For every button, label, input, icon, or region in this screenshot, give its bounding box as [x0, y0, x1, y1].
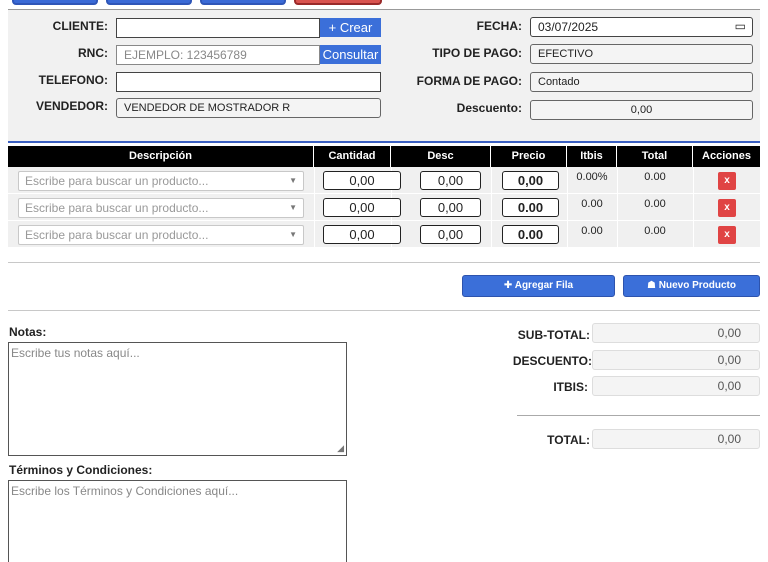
rnc-label: RNC:: [78, 46, 108, 60]
consultar-button[interactable]: Consultar: [320, 45, 381, 64]
items-table-header: Descripción Cantidad Desc Precio Itbis T…: [8, 146, 760, 167]
col-acciones: Acciones: [702, 150, 751, 162]
terms-label: Términos y Condiciones:: [9, 463, 153, 477]
vendedor-select[interactable]: VENDEDOR DE MOSTRADOR R: [116, 98, 381, 118]
total-value: 0.00: [644, 171, 666, 183]
product-placeholder: Escribe para buscar un producto...: [25, 228, 209, 242]
new-product-button[interactable]: ☗ Nuevo Producto: [623, 275, 760, 297]
desc-input[interactable]: 0,00: [420, 171, 481, 190]
col-cantidad: Cantidad: [314, 146, 391, 167]
product-placeholder: Escribe para buscar un producto...: [25, 174, 209, 188]
users-icon: ☗: [647, 280, 659, 291]
col-precio: Precio: [491, 146, 567, 167]
table-row: Escribe para buscar un producto... ▼ 0,00…: [8, 221, 760, 248]
notes-textarea[interactable]: Escribe tus notas aquí... ◢: [8, 342, 347, 456]
vendedor-label: VENDEDOR:: [35, 99, 108, 113]
fecha-value: 03/07/2025: [538, 20, 599, 34]
col-total: Total: [617, 146, 693, 167]
chevron-down-icon: ▼: [289, 176, 297, 185]
subtotal-label: SUB-TOTAL:: [517, 328, 590, 342]
product-search-select[interactable]: Escribe para buscar un producto... ▼: [18, 198, 304, 218]
itbis-total-label: ITBIS:: [553, 380, 588, 394]
tipo-pago-label: TIPO DE PAGO:: [432, 46, 522, 60]
divider: [8, 310, 760, 311]
cliente-label: CLIENTE:: [52, 19, 108, 33]
top-button-2[interactable]: [106, 0, 192, 5]
product-placeholder: Escribe para buscar un producto...: [25, 201, 209, 215]
descuento-total-value: 0,00: [592, 350, 760, 370]
crear-cliente-button[interactable]: + Crear: [320, 18, 381, 37]
total-value: 0.00: [644, 225, 666, 237]
divider: [8, 262, 760, 263]
resize-handle-icon[interactable]: ◢: [337, 443, 344, 454]
product-search-select[interactable]: Escribe para buscar un producto... ▼: [18, 171, 304, 191]
calendar-icon[interactable]: ▭: [735, 19, 746, 34]
delete-row-button[interactable]: x: [718, 226, 736, 244]
itbis-value: 0.00: [581, 198, 603, 210]
forma-pago-select[interactable]: Contado: [530, 72, 753, 92]
telefono-label: TELEFONO:: [38, 73, 108, 87]
plus-icon: ✚: [503, 280, 515, 291]
cliente-input[interactable]: [116, 18, 320, 38]
top-button-4[interactable]: [294, 0, 382, 5]
tipo-pago-select[interactable]: EFECTIVO: [530, 44, 753, 64]
terms-textarea[interactable]: Escribe los Términos y Condiciones aquí.…: [8, 480, 347, 562]
cantidad-input[interactable]: 0,00: [323, 225, 401, 244]
top-button-1[interactable]: [12, 0, 98, 5]
total-value: 0,00: [592, 429, 760, 449]
desc-input[interactable]: 0,00: [420, 225, 481, 244]
new-product-label: Nuevo Producto: [658, 280, 736, 291]
fecha-input[interactable]: 03/07/2025 ▭: [530, 17, 753, 37]
subtotal-value: 0,00: [592, 323, 760, 343]
table-row: Escribe para buscar un producto... ▼ 0,00…: [8, 194, 760, 221]
add-row-button[interactable]: ✚ Agregar Fila: [462, 275, 615, 297]
itbis-total-value: 0,00: [592, 376, 760, 396]
col-desc: Desc: [391, 146, 491, 167]
forma-pago-label: FORMA DE PAGO:: [416, 74, 522, 88]
precio-input[interactable]: 0.00: [502, 198, 559, 217]
total-value: 0.00: [644, 198, 666, 210]
add-row-label: Agregar Fila: [514, 280, 574, 291]
top-button-3[interactable]: [200, 0, 286, 5]
chevron-down-icon: ▼: [289, 203, 297, 212]
descuento-label: Descuento:: [456, 101, 522, 115]
descuento-input[interactable]: 0,00: [530, 100, 753, 120]
itbis-value: 0.00%: [576, 171, 608, 183]
product-search-select[interactable]: Escribe para buscar un producto... ▼: [18, 225, 304, 245]
telefono-input[interactable]: [116, 72, 381, 92]
cantidad-input[interactable]: 0,00: [323, 198, 401, 217]
table-row: Escribe para buscar un producto... ▼ 0,00…: [8, 167, 760, 194]
total-label: TOTAL:: [547, 433, 590, 447]
col-descripcion: Descripción: [8, 146, 314, 167]
rnc-input[interactable]: EJEMPLO: 123456789: [116, 45, 320, 65]
cantidad-input[interactable]: 0,00: [323, 171, 401, 190]
col-itbis: Itbis: [567, 146, 617, 167]
notes-placeholder: Escribe tus notas aquí...: [11, 346, 140, 360]
terms-placeholder: Escribe los Términos y Condiciones aquí.…: [11, 484, 239, 498]
descuento-total-label: DESCUENTO:: [512, 354, 592, 368]
desc-input[interactable]: 0,00: [420, 198, 481, 217]
precio-input[interactable]: 0.00: [502, 225, 559, 244]
delete-row-button[interactable]: x: [718, 172, 736, 190]
itbis-value: 0.00: [581, 225, 603, 237]
totals-divider: [517, 415, 760, 416]
fecha-label: FECHA:: [476, 19, 522, 33]
precio-input[interactable]: 0,00: [502, 171, 559, 190]
delete-row-button[interactable]: x: [718, 199, 736, 217]
notes-label: Notas:: [9, 325, 47, 339]
chevron-down-icon: ▼: [289, 230, 297, 239]
